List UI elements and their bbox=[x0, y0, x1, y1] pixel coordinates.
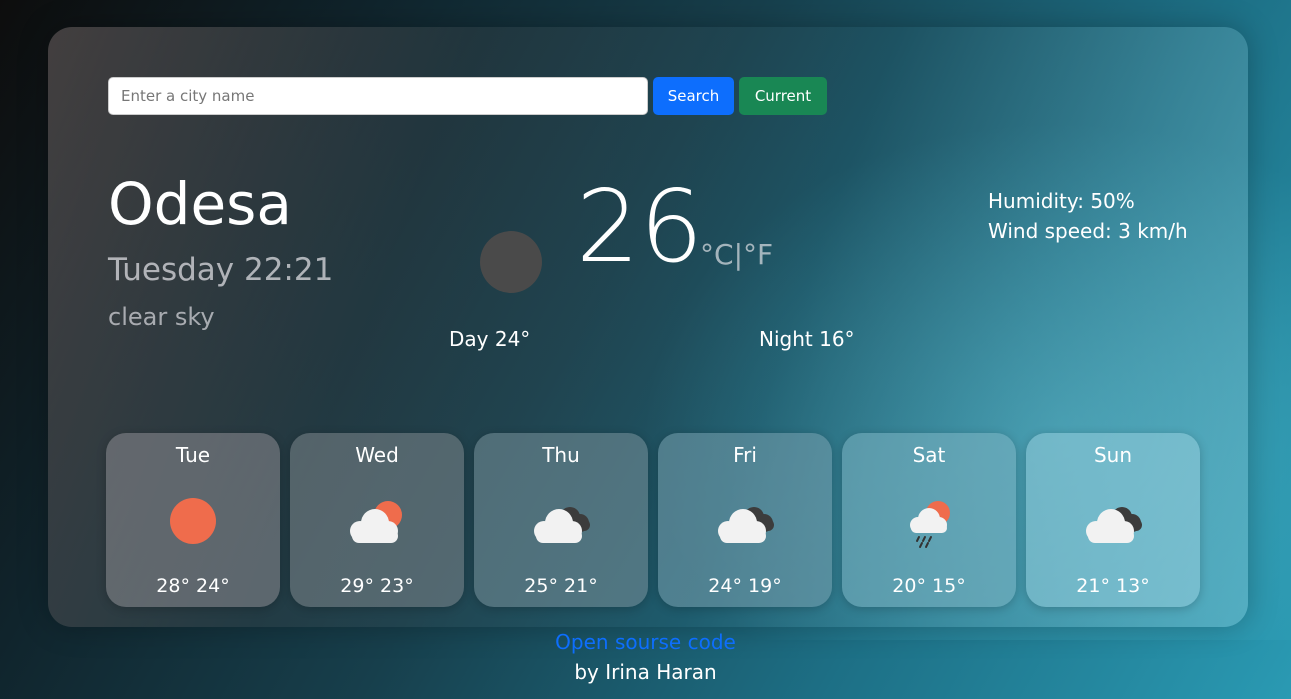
forecast-card: Thu 25° 21° bbox=[474, 433, 648, 607]
forecast-day: Sun bbox=[1093, 443, 1133, 467]
city-name: Odesa bbox=[108, 170, 292, 238]
forecast-card: Wed 29° 23° bbox=[290, 433, 464, 607]
city-search-input[interactable] bbox=[108, 77, 648, 115]
humidity-text: Humidity: 50% bbox=[988, 189, 1135, 213]
search-button[interactable]: Search bbox=[653, 77, 734, 115]
forecast-temps: 28° 24° bbox=[156, 575, 230, 597]
night-clear-icon bbox=[480, 231, 542, 293]
forecast-temps: 25° 21° bbox=[524, 575, 598, 597]
forecast-day: Wed bbox=[355, 443, 399, 467]
sun-icon bbox=[170, 498, 216, 544]
wind-speed-text: Wind speed: 3 km/h bbox=[988, 219, 1188, 243]
forecast-card: Sun 21° 13° bbox=[1026, 433, 1200, 607]
fahrenheit-link[interactable]: °F bbox=[743, 238, 773, 271]
forecast-row: Tue 28° 24° Wed 29° 23° Thu 25° 21° Fri … bbox=[106, 433, 1206, 607]
forecast-card: Tue 28° 24° bbox=[106, 433, 280, 607]
current-location-button[interactable]: Current bbox=[739, 77, 827, 115]
weather-description: clear sky bbox=[108, 303, 215, 331]
dark-clouds-icon bbox=[534, 507, 590, 543]
unit-separator: | bbox=[733, 238, 743, 271]
forecast-temps: 20° 15° bbox=[892, 575, 966, 597]
weather-card: Search Current Odesa Tuesday 22:21 clear… bbox=[48, 27, 1248, 627]
forecast-day: Sat bbox=[912, 443, 946, 467]
dark-clouds-icon bbox=[718, 507, 774, 543]
dark-clouds-icon bbox=[1086, 507, 1142, 543]
day-temperature: Day 24° bbox=[449, 327, 531, 351]
current-datetime: Tuesday 22:21 bbox=[108, 252, 334, 288]
rain-sun-icon bbox=[910, 501, 950, 548]
forecast-day: Fri bbox=[733, 443, 757, 467]
forecast-day: Tue bbox=[175, 443, 211, 467]
forecast-temps: 29° 23° bbox=[340, 575, 414, 597]
forecast-card: Fri 24° 19° bbox=[658, 433, 832, 607]
open-source-link[interactable]: Open sourse code bbox=[0, 630, 1291, 654]
forecast-temps: 24° 19° bbox=[708, 575, 782, 597]
current-temperature: 26 bbox=[576, 168, 704, 285]
cloud-sun-icon bbox=[350, 501, 402, 543]
forecast-day: Thu bbox=[542, 443, 580, 467]
night-temperature: Night 16° bbox=[759, 327, 855, 351]
forecast-temps: 21° 13° bbox=[1076, 575, 1150, 597]
author-credit: by Irina Haran bbox=[574, 660, 717, 684]
unit-switcher: °C|°F bbox=[700, 241, 773, 269]
forecast-card: Sat 20° 15° bbox=[842, 433, 1016, 607]
celsius-link[interactable]: °C bbox=[700, 238, 734, 271]
